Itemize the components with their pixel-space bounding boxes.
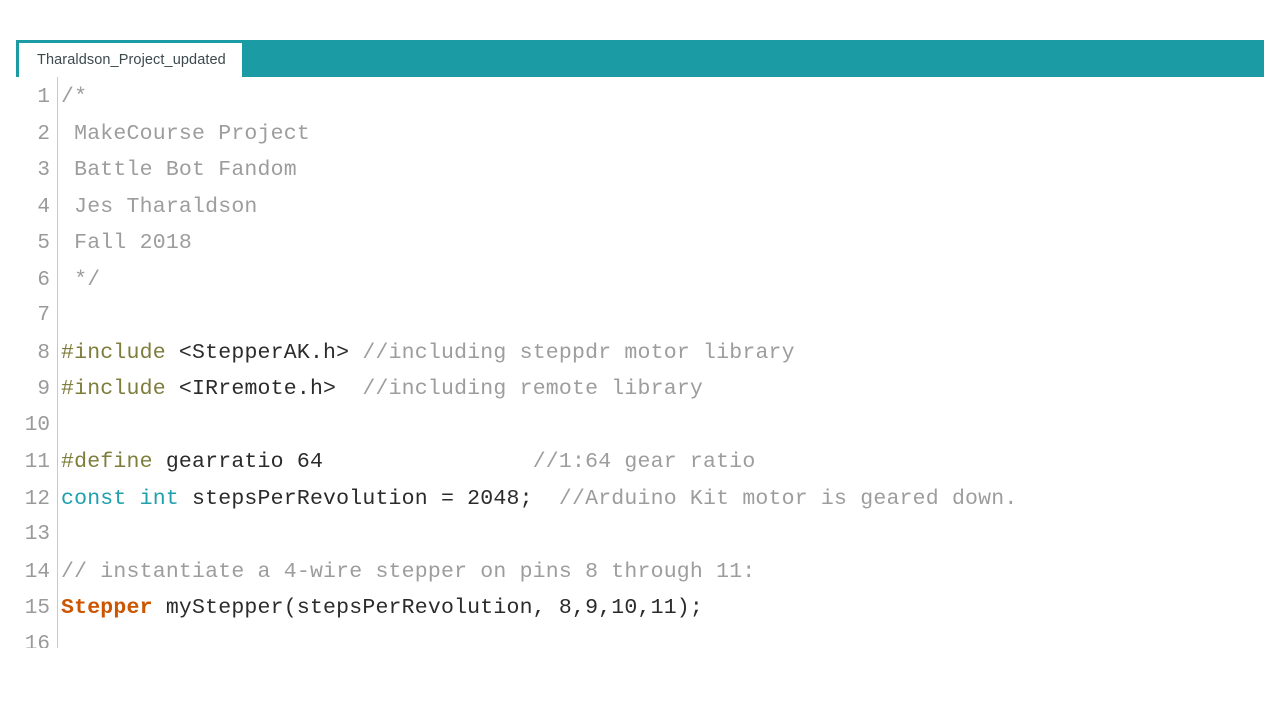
line-number: 15 — [24, 597, 50, 620]
code-token-plain: <StepperAK.h> — [165, 340, 363, 365]
code-line: 7 — [16, 298, 1264, 335]
line-number: 14 — [24, 560, 50, 584]
code-token-comment: */ — [61, 267, 101, 292]
line-number: 13 — [24, 523, 50, 546]
line-number: 3 — [37, 159, 50, 182]
code-token-comment: // instantiate a 4-wire stepper on pins … — [61, 559, 756, 584]
code-line: 1 /* — [16, 79, 1264, 116]
line-text: Jes Tharaldson — [57, 189, 258, 226]
line-number: 10 — [24, 413, 50, 437]
line-text: Battle Bot Fandom — [57, 152, 297, 189]
line-number: 16 — [24, 632, 50, 649]
line-number: 9 — [37, 378, 50, 401]
line-number: 8 — [37, 341, 50, 365]
line-text: Stepper myStepper(stepsPerRevolution, 8,… — [57, 590, 703, 627]
code-line: 2 MakeCourse Project — [16, 116, 1264, 153]
editor-tab-bar: Tharaldson_Project_updated — [16, 40, 1264, 77]
code-line: 5 Fall 2018 — [16, 225, 1264, 262]
tab-label: Tharaldson_Project_updated — [37, 52, 226, 68]
code-token-comment: MakeCourse Project — [61, 121, 310, 146]
tab-tharaldson-project-updated[interactable]: Tharaldson_Project_updated — [16, 40, 243, 77]
code-token-comment: Jes Tharaldson — [61, 194, 258, 219]
code-line: 3 Battle Bot Fandom — [16, 152, 1264, 189]
code-token-preprocessor: #include — [61, 377, 166, 401]
line-number: 12 — [24, 487, 50, 511]
code-editor[interactable]: 1/* 2 MakeCourse Project 3 Battle Bot Fand… — [16, 77, 1264, 648]
code-line: 10 — [16, 408, 1264, 445]
code-token-plain: <IRremote.h> — [165, 377, 363, 401]
code-token-comment: //including remote library — [362, 377, 704, 401]
line-number: 11 — [24, 451, 50, 474]
code-line: 14 // instantiate a 4-wire stepper on pin… — [16, 554, 1264, 591]
code-token-keyword: const int — [61, 486, 179, 511]
line-number: 5 — [37, 232, 50, 255]
code-line: 4 Jes Tharaldson — [16, 189, 1264, 226]
line-number: 7 — [37, 304, 50, 327]
code-token-comment: /* — [61, 85, 88, 109]
code-lines-container: 1/* 2 MakeCourse Project 3 Battle Bot Fand… — [16, 77, 1264, 648]
line-number: 4 — [37, 195, 50, 219]
line-number: 1 — [37, 86, 50, 109]
code-line: 12 const int stepsPerRevolution = 2048; /… — [16, 481, 1264, 518]
code-token-preprocessor: #include — [61, 340, 166, 365]
line-text: /* — [57, 79, 87, 116]
code-line: 13 — [16, 517, 1264, 554]
code-token-preprocessor: #define — [61, 450, 153, 474]
code-token-comment: Battle Bot Fandom — [61, 158, 297, 182]
code-token-plain: myStepper(stepsPerRevolution, 8,9,10,11)… — [152, 596, 704, 620]
code-token-comment: //including steppdr motor library — [362, 340, 795, 365]
code-token-plain: stepsPerRevolution = 2048; — [178, 486, 559, 511]
line-number: 6 — [37, 268, 50, 292]
line-number: 2 — [37, 122, 50, 146]
code-token-plain: gearratio 64 — [152, 450, 533, 474]
code-line: 15 Stepper myStepper(stepsPerRevolution, … — [16, 590, 1264, 627]
line-text: const int stepsPerRevolution = 2048; //A… — [57, 481, 1017, 518]
line-text: */ — [57, 262, 100, 299]
line-text: Fall 2018 — [57, 225, 192, 262]
code-token-comment: //Arduino Kit motor is geared down. — [558, 486, 1018, 511]
line-text: MakeCourse Project — [57, 116, 310, 153]
code-line: 9 #include <IRremote.h> //including remot… — [16, 371, 1264, 408]
code-line: 6 */ — [16, 262, 1264, 299]
code-line: 8 #include <StepperAK.h> //including step… — [16, 335, 1264, 372]
line-text: #include <StepperAK.h> //including stepp… — [57, 335, 795, 372]
code-viewer-window: Tharaldson_Project_updated 1 /* 2 MakeCour… — [16, 40, 1264, 648]
line-text: #define gearratio 64 //1:64 gear ratio — [57, 444, 755, 481]
code-token-comment: //1:64 gear ratio — [532, 450, 756, 474]
code-token-type: Stepper — [61, 596, 153, 620]
line-text: // instantiate a 4-wire stepper on pins … — [57, 554, 755, 591]
code-token-comment: Fall 2018 — [61, 231, 193, 255]
line-text: #include <IRremote.h> //including remote… — [57, 371, 703, 408]
code-line: 16 — [16, 627, 1264, 649]
code-line: 11 #define gearratio 64 //1:64 gear ratio — [16, 444, 1264, 481]
